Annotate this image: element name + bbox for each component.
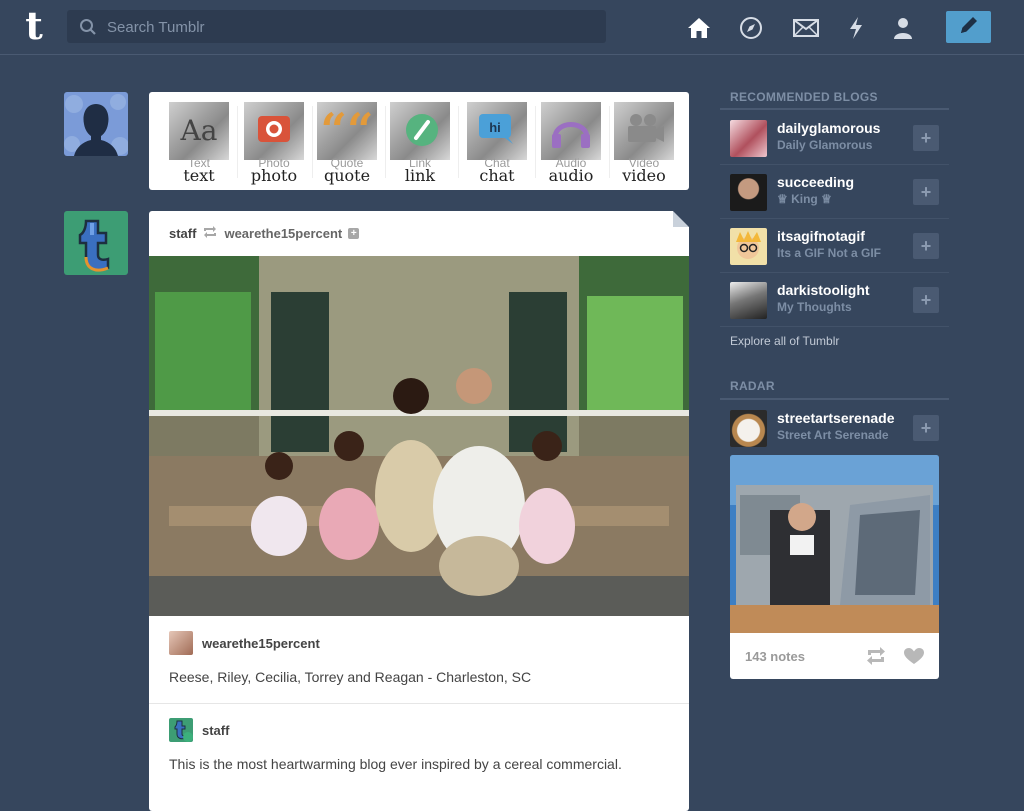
post-type-quote[interactable]: ““ Quote quote [317, 102, 386, 185]
blog-name[interactable]: streetartserenade [777, 410, 895, 426]
svg-text:Aa: Aa [180, 114, 218, 147]
chat-icon: hi [467, 102, 527, 160]
radar-photo[interactable] [730, 455, 939, 633]
reblog-icon[interactable] [865, 647, 887, 670]
search-box[interactable] [67, 10, 606, 45]
blog-title: Its a GIF Not a GIF [777, 246, 882, 260]
staff-mini-avatar[interactable] [169, 718, 193, 742]
explore-link[interactable]: Explore all of Tumblr [730, 334, 839, 348]
post-type-caption: link [404, 166, 436, 185]
recommended-heading: RECOMMENDED BLOGS [730, 90, 878, 104]
post-type-text[interactable]: Aa Text text [169, 102, 238, 185]
blog-title: Daily Glamorous [777, 138, 873, 152]
recommended-blog-item[interactable]: dailyglamorous Daily Glamorous + [720, 110, 949, 165]
recommended-blog-item[interactable]: itsagifnotagif Its a GIF Not a GIF + [720, 218, 949, 273]
post-type-caption: quote [323, 166, 371, 185]
notes-count[interactable]: 143 notes [745, 649, 805, 664]
blog-title: Street Art Serenade [777, 428, 889, 442]
reblog-source-row: wearethe15percent [169, 631, 320, 655]
post-type-caption: audio [548, 166, 594, 185]
blog-title: My Thoughts [777, 300, 852, 314]
post-type-video[interactable]: Video video [614, 102, 674, 185]
follow-button[interactable]: + [913, 233, 939, 259]
follow-button[interactable]: + [913, 287, 939, 313]
post-type-bar: Aa Text text Photo photo ““ Quote quote … [149, 92, 689, 190]
blog-name[interactable]: succeeding [777, 174, 854, 190]
blog-avatar[interactable] [730, 410, 767, 447]
blog-name[interactable]: dailyglamorous [777, 120, 880, 136]
follow-button[interactable]: + [913, 415, 939, 441]
post-type-caption: video [622, 166, 666, 185]
quote-icon: ““ [317, 102, 377, 160]
search-input[interactable] [105, 10, 599, 45]
blog-avatar[interactable] [730, 282, 767, 319]
blog-avatar[interactable] [730, 174, 767, 211]
heart-icon[interactable] [903, 647, 925, 670]
link-icon [390, 102, 450, 160]
post-corner-fold [673, 211, 689, 227]
comment-author-name[interactable]: staff [202, 723, 229, 738]
pencil-icon [958, 14, 980, 41]
tumblr-logo[interactable]: t [14, 3, 54, 48]
svg-text:t: t [25, 6, 43, 46]
recommended-blog-item[interactable]: darkistoolight My Thoughts + [720, 272, 949, 327]
post-type-chat[interactable]: hi Chat chat [467, 102, 536, 185]
svg-text:““: ““ [321, 103, 374, 157]
search-icon [79, 18, 97, 41]
post-type-caption: text [183, 166, 215, 185]
post-author[interactable]: staff [169, 226, 196, 241]
user-avatar[interactable] [64, 92, 128, 156]
home-icon[interactable] [685, 14, 713, 42]
post-type-link[interactable]: Link link [390, 102, 459, 185]
video-camera-icon [614, 102, 674, 160]
blog-name[interactable]: itsagifnotagif [777, 228, 865, 244]
comment-author-row: staff [169, 718, 229, 742]
post-header: staff wearethe15percent + [169, 226, 360, 241]
follow-button[interactable]: + [913, 179, 939, 205]
divider [149, 703, 689, 704]
headphones-icon [541, 102, 601, 160]
post-type-caption: chat [479, 166, 515, 185]
compose-button[interactable] [946, 11, 991, 43]
lightning-icon[interactable] [842, 14, 870, 42]
follow-button[interactable]: + [913, 125, 939, 151]
reblogged-from[interactable]: wearethe15percent [224, 226, 342, 241]
source-avatar[interactable] [169, 631, 193, 655]
radar-blog-item[interactable]: streetartserenade Street Art Serenade + [720, 400, 949, 454]
source-blog-name[interactable]: wearethe15percent [202, 636, 320, 651]
radar-post-card: 143 notes [730, 455, 939, 679]
mail-icon[interactable] [792, 14, 820, 42]
post-photo[interactable] [149, 256, 689, 616]
text-icon: Aa [169, 102, 229, 160]
post-type-photo[interactable]: Photo photo [244, 102, 313, 185]
svg-text:hi: hi [489, 120, 501, 135]
reblog-icon [202, 226, 218, 241]
post-type-audio[interactable]: Audio audio [541, 102, 610, 185]
camera-icon [244, 102, 304, 160]
recommended-blog-item[interactable]: succeeding ♕ King ♕ + [720, 164, 949, 219]
post-caption: Reese, Riley, Cecilia, Torrey and Reagan… [169, 669, 532, 685]
dashboard-post: staff wearethe15percent + wearethe15perc… [149, 211, 689, 811]
staff-avatar[interactable] [64, 211, 128, 275]
blog-title: ♕ King ♕ [777, 192, 832, 206]
top-bar: t [0, 0, 1024, 55]
blog-avatar[interactable] [730, 120, 767, 157]
person-icon[interactable] [889, 14, 917, 42]
radar-heading: RADAR [730, 379, 775, 393]
post-body-text: This is the most heartwarming blog ever … [169, 756, 622, 772]
blog-avatar[interactable] [730, 228, 767, 265]
compass-icon[interactable] [737, 14, 765, 42]
blog-name[interactable]: darkistoolight [777, 282, 870, 298]
post-type-caption: photo [250, 166, 298, 185]
follow-plus-icon[interactable]: + [348, 228, 360, 239]
